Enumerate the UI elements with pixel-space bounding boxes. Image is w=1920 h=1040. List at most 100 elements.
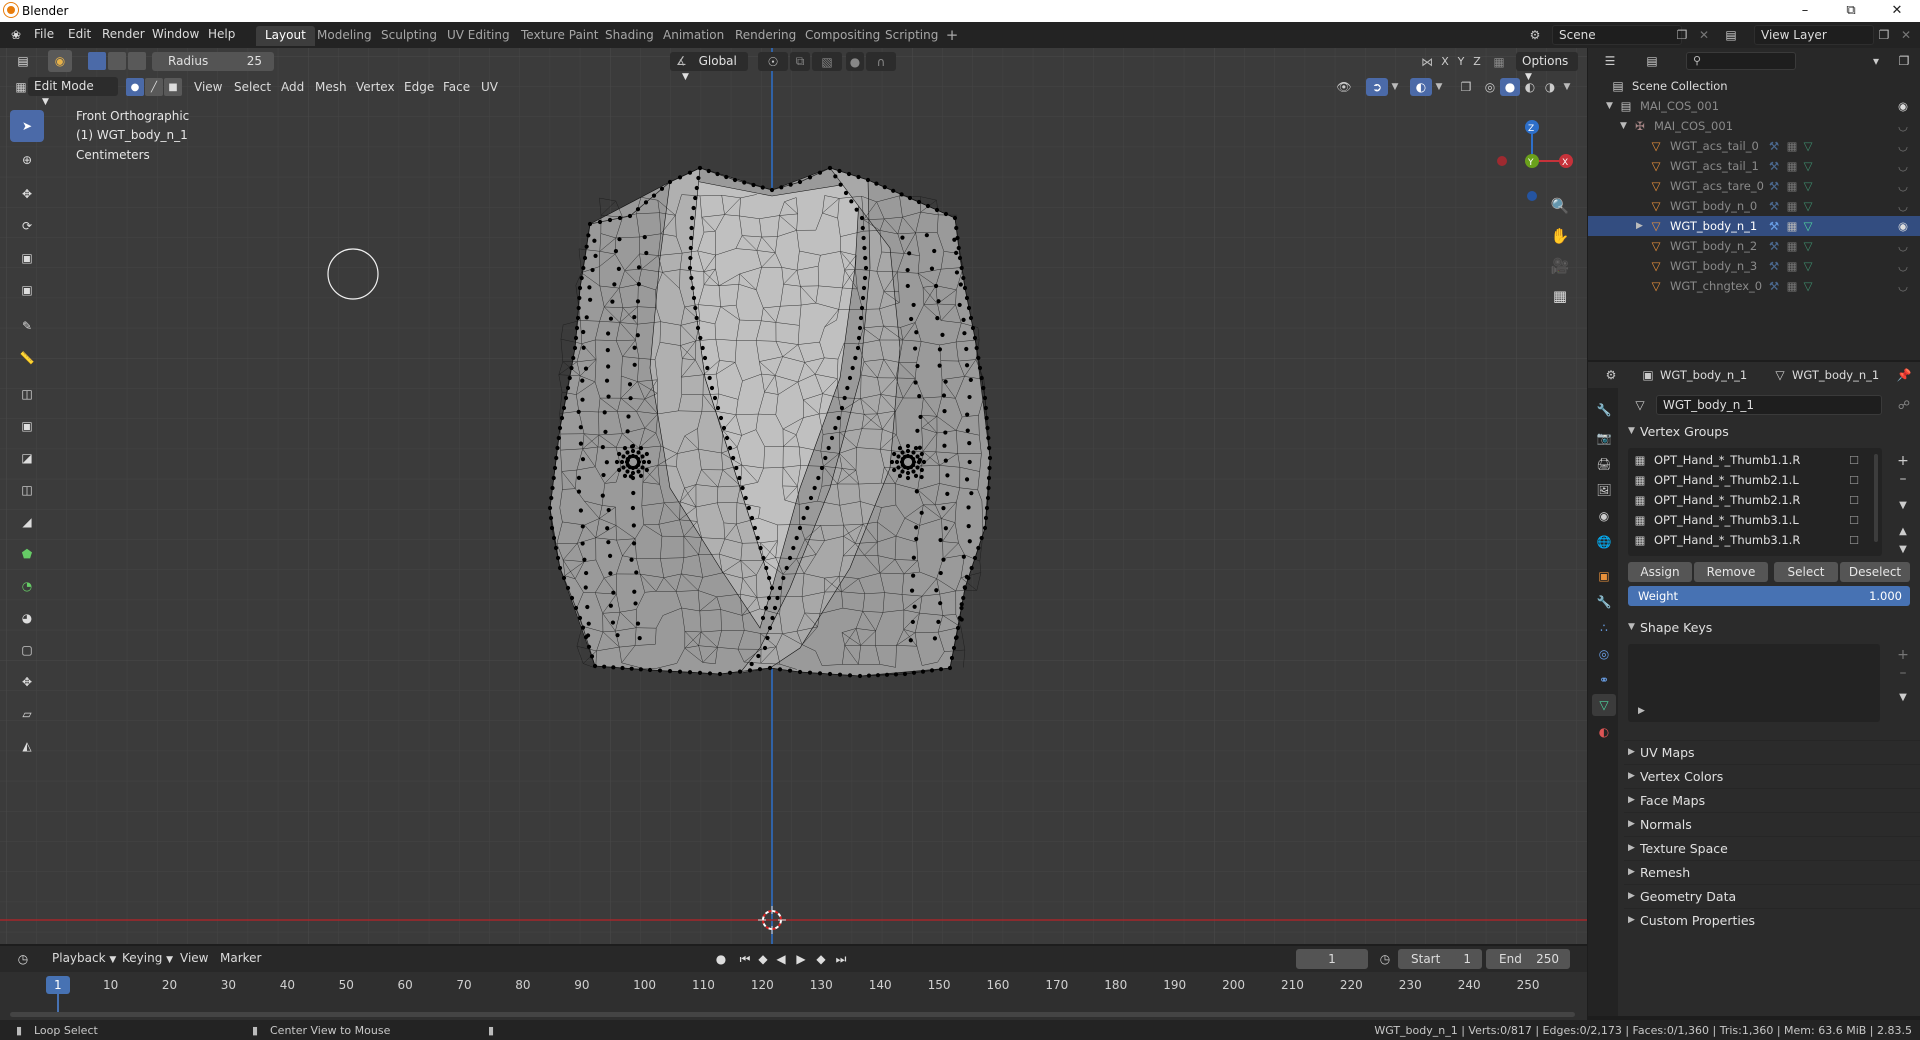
- cursor-tool-icon[interactable]: ⊕: [10, 144, 44, 176]
- face-select-icon[interactable]: ■: [164, 78, 182, 96]
- fake-user-shield-icon[interactable]: ☍: [1896, 396, 1912, 414]
- constraints-tab-icon[interactable]: ⚭: [1594, 670, 1614, 690]
- wrench-modifier-icon[interactable]: ⚒: [1766, 258, 1782, 274]
- inset-tool-icon[interactable]: ▣: [10, 410, 44, 442]
- clock-icon[interactable]: ◷: [1376, 950, 1394, 968]
- 3d-viewport[interactable]: ▤ ◉ Radius 25 ∡ Global ▼ ☉ ⧉ ▧ ● ∩ ⋈ X Y…: [0, 48, 1587, 944]
- mirror-x-toggle[interactable]: X: [1437, 52, 1453, 71]
- tab-modeling[interactable]: Modeling: [308, 26, 381, 46]
- outliner-row[interactable]: ▶ ▽ WGT_body_n_1 ⚒ ▦ ▽ ◉: [1588, 216, 1920, 236]
- uv-menu[interactable]: UV: [481, 80, 498, 94]
- menu-help[interactable]: Help: [208, 27, 235, 41]
- menu-window[interactable]: Window: [152, 27, 199, 41]
- scene-field[interactable]: Scene: [1552, 25, 1682, 45]
- outliner-search-input[interactable]: ⚲: [1686, 52, 1796, 70]
- tab-layout[interactable]: Layout: [256, 26, 315, 46]
- blender-menu-icon[interactable]: ❀: [8, 27, 24, 43]
- new-scene-icon[interactable]: ❐: [1674, 27, 1690, 43]
- gizmo-toggle-icon[interactable]: ➲: [1366, 78, 1388, 96]
- display-mode-icon[interactable]: ▤: [1640, 52, 1664, 70]
- mirror-y-toggle[interactable]: Y: [1453, 52, 1469, 71]
- falloff-icon[interactable]: ∩: [866, 52, 896, 71]
- rip-tool-icon[interactable]: ◭: [10, 730, 44, 762]
- add-vertex-group-icon[interactable]: +: [1893, 452, 1913, 470]
- rotate-tool-icon[interactable]: ⟳: [10, 210, 44, 242]
- snap-target-icon[interactable]: ▧: [812, 52, 842, 71]
- eye-hidden-icon[interactable]: ◡: [1894, 178, 1912, 194]
- rendered-shading-icon[interactable]: ◑: [1540, 78, 1560, 96]
- vertex-group-item[interactable]: ▦ OPT_Hand_*_Thumb3.1.R ☐: [1632, 530, 1860, 550]
- panel-header-texture-space[interactable]: ▶ Texture Space: [1624, 836, 1920, 860]
- move-down-icon[interactable]: ▼: [1893, 540, 1913, 558]
- face-menu[interactable]: Face: [443, 80, 470, 94]
- material-tab-icon[interactable]: ◐: [1594, 722, 1614, 742]
- annotate-tool-icon[interactable]: ✎: [10, 310, 44, 342]
- select-button[interactable]: Select: [1774, 562, 1838, 582]
- mesh-menu[interactable]: Mesh: [315, 80, 347, 94]
- editor-type-icon[interactable]: ▤: [10, 52, 36, 70]
- vertex-groups-header[interactable]: ▼ Vertex Groups: [1624, 420, 1920, 444]
- timeline-editor-icon[interactable]: ◷: [10, 950, 36, 968]
- filter-icon[interactable]: ▾: [1864, 52, 1888, 70]
- mesh-data-browse-icon[interactable]: ▽: [1628, 396, 1652, 414]
- lock-icon[interactable]: ☐: [1846, 492, 1862, 508]
- outliner-editor-icon[interactable]: ☰: [1598, 52, 1622, 70]
- mesh-data-icon[interactable]: ▽: [1800, 138, 1816, 154]
- jump-start-icon[interactable]: ⏮: [736, 950, 754, 968]
- outliner-row[interactable]: ▽ WGT_body_n_3 ⚒ ▦ ▽ ◡: [1588, 256, 1920, 276]
- delete-view-layer-icon[interactable]: ✕: [1898, 27, 1914, 43]
- object-tab-icon[interactable]: ▣: [1594, 566, 1614, 586]
- mesh-data-icon[interactable]: ▽: [1800, 158, 1816, 174]
- mesh-data-tab-icon[interactable]: ▽: [1592, 694, 1616, 716]
- zoom-icon[interactable]: 🔍: [1548, 194, 1572, 218]
- panel-header-uv-maps[interactable]: ▶ UV Maps: [1624, 740, 1920, 764]
- vertex-groups-icon[interactable]: ▦: [1784, 198, 1800, 214]
- restore-button[interactable]: ⧉: [1828, 0, 1874, 22]
- wrench-modifier-icon[interactable]: ⚒: [1766, 138, 1782, 154]
- vertex-group-item[interactable]: ▦ OPT_Hand_*_Thumb3.1.L ☐: [1632, 510, 1860, 530]
- panel-header-vertex-colors[interactable]: ▶ Vertex Colors: [1624, 764, 1920, 788]
- outliner-row[interactable]: ▽ WGT_acs_tail_0 ⚒ ▦ ▽ ◡: [1588, 136, 1920, 156]
- properties-editor-icon[interactable]: ⚙: [1598, 366, 1624, 384]
- view-layer-tab-icon[interactable]: 🖼: [1594, 480, 1614, 500]
- outliner-row[interactable]: ▽ WGT_acs_tare_0 ⚒ ▦ ▽ ◡: [1588, 176, 1920, 196]
- ortho-grid-icon[interactable]: ▦: [1548, 284, 1572, 308]
- outliner-row[interactable]: ▽ WGT_body_n_0 ⚒ ▦ ▽ ◡: [1588, 196, 1920, 216]
- lock-icon[interactable]: ☐: [1846, 472, 1862, 488]
- panel-header-geometry-data[interactable]: ▶ Geometry Data: [1624, 884, 1920, 908]
- eye-visible-icon[interactable]: ◉: [1894, 98, 1912, 114]
- pivot-point-icon[interactable]: ☉: [758, 52, 788, 71]
- add-shape-key-icon[interactable]: +: [1893, 646, 1913, 664]
- tool-tab-icon[interactable]: 🔧: [1594, 400, 1614, 420]
- tab-sculpting[interactable]: Sculpting: [372, 26, 446, 46]
- vertex-groups-icon[interactable]: ▦: [1784, 158, 1800, 174]
- scale-tool-icon[interactable]: ▣: [10, 242, 44, 274]
- chevron-down-icon[interactable]: ▼: [1560, 78, 1574, 96]
- navigation-gizmo[interactable]: Z Y X: [1480, 108, 1580, 208]
- remove-button[interactable]: Remove: [1694, 562, 1768, 582]
- view-layer-field[interactable]: View Layer: [1754, 25, 1874, 45]
- timeline-view-menu[interactable]: View: [180, 951, 208, 965]
- world-tab-icon[interactable]: 🌐: [1594, 532, 1614, 552]
- proportional-edit-icon[interactable]: ●: [846, 52, 864, 71]
- radius-field[interactable]: Radius 25: [152, 52, 274, 71]
- tab-scripting[interactable]: Scripting: [876, 26, 947, 46]
- camera-icon[interactable]: 🎥: [1548, 254, 1572, 278]
- remove-vertex-group-icon[interactable]: –: [1893, 470, 1913, 488]
- playback-menu[interactable]: Playback ▼: [52, 951, 116, 965]
- next-keyframe-icon[interactable]: ◆: [812, 950, 830, 968]
- start-frame-field[interactable]: Start 1: [1398, 949, 1482, 969]
- mode-dropdown[interactable]: Edit Mode ▼: [28, 77, 118, 107]
- view-layer-icon[interactable]: ▤: [1722, 27, 1740, 43]
- visibility-icon[interactable]: 👁: [1330, 78, 1358, 96]
- modifier-tab-icon[interactable]: 🔧: [1594, 592, 1614, 612]
- pin-icon[interactable]: 📌: [1896, 366, 1912, 384]
- current-frame-field[interactable]: 1: [1296, 949, 1368, 969]
- edge-slide-tool-icon[interactable]: ▢: [10, 634, 44, 666]
- select-menu[interactable]: Select: [234, 80, 271, 94]
- wrench-modifier-icon[interactable]: ⚒: [1766, 218, 1782, 234]
- menu-edit[interactable]: Edit: [68, 27, 91, 41]
- vertex-groups-icon[interactable]: ▦: [1784, 238, 1800, 254]
- physics-tab-icon[interactable]: ◎: [1594, 644, 1614, 664]
- expand-toggle-icon[interactable]: ▼: [1606, 101, 1613, 111]
